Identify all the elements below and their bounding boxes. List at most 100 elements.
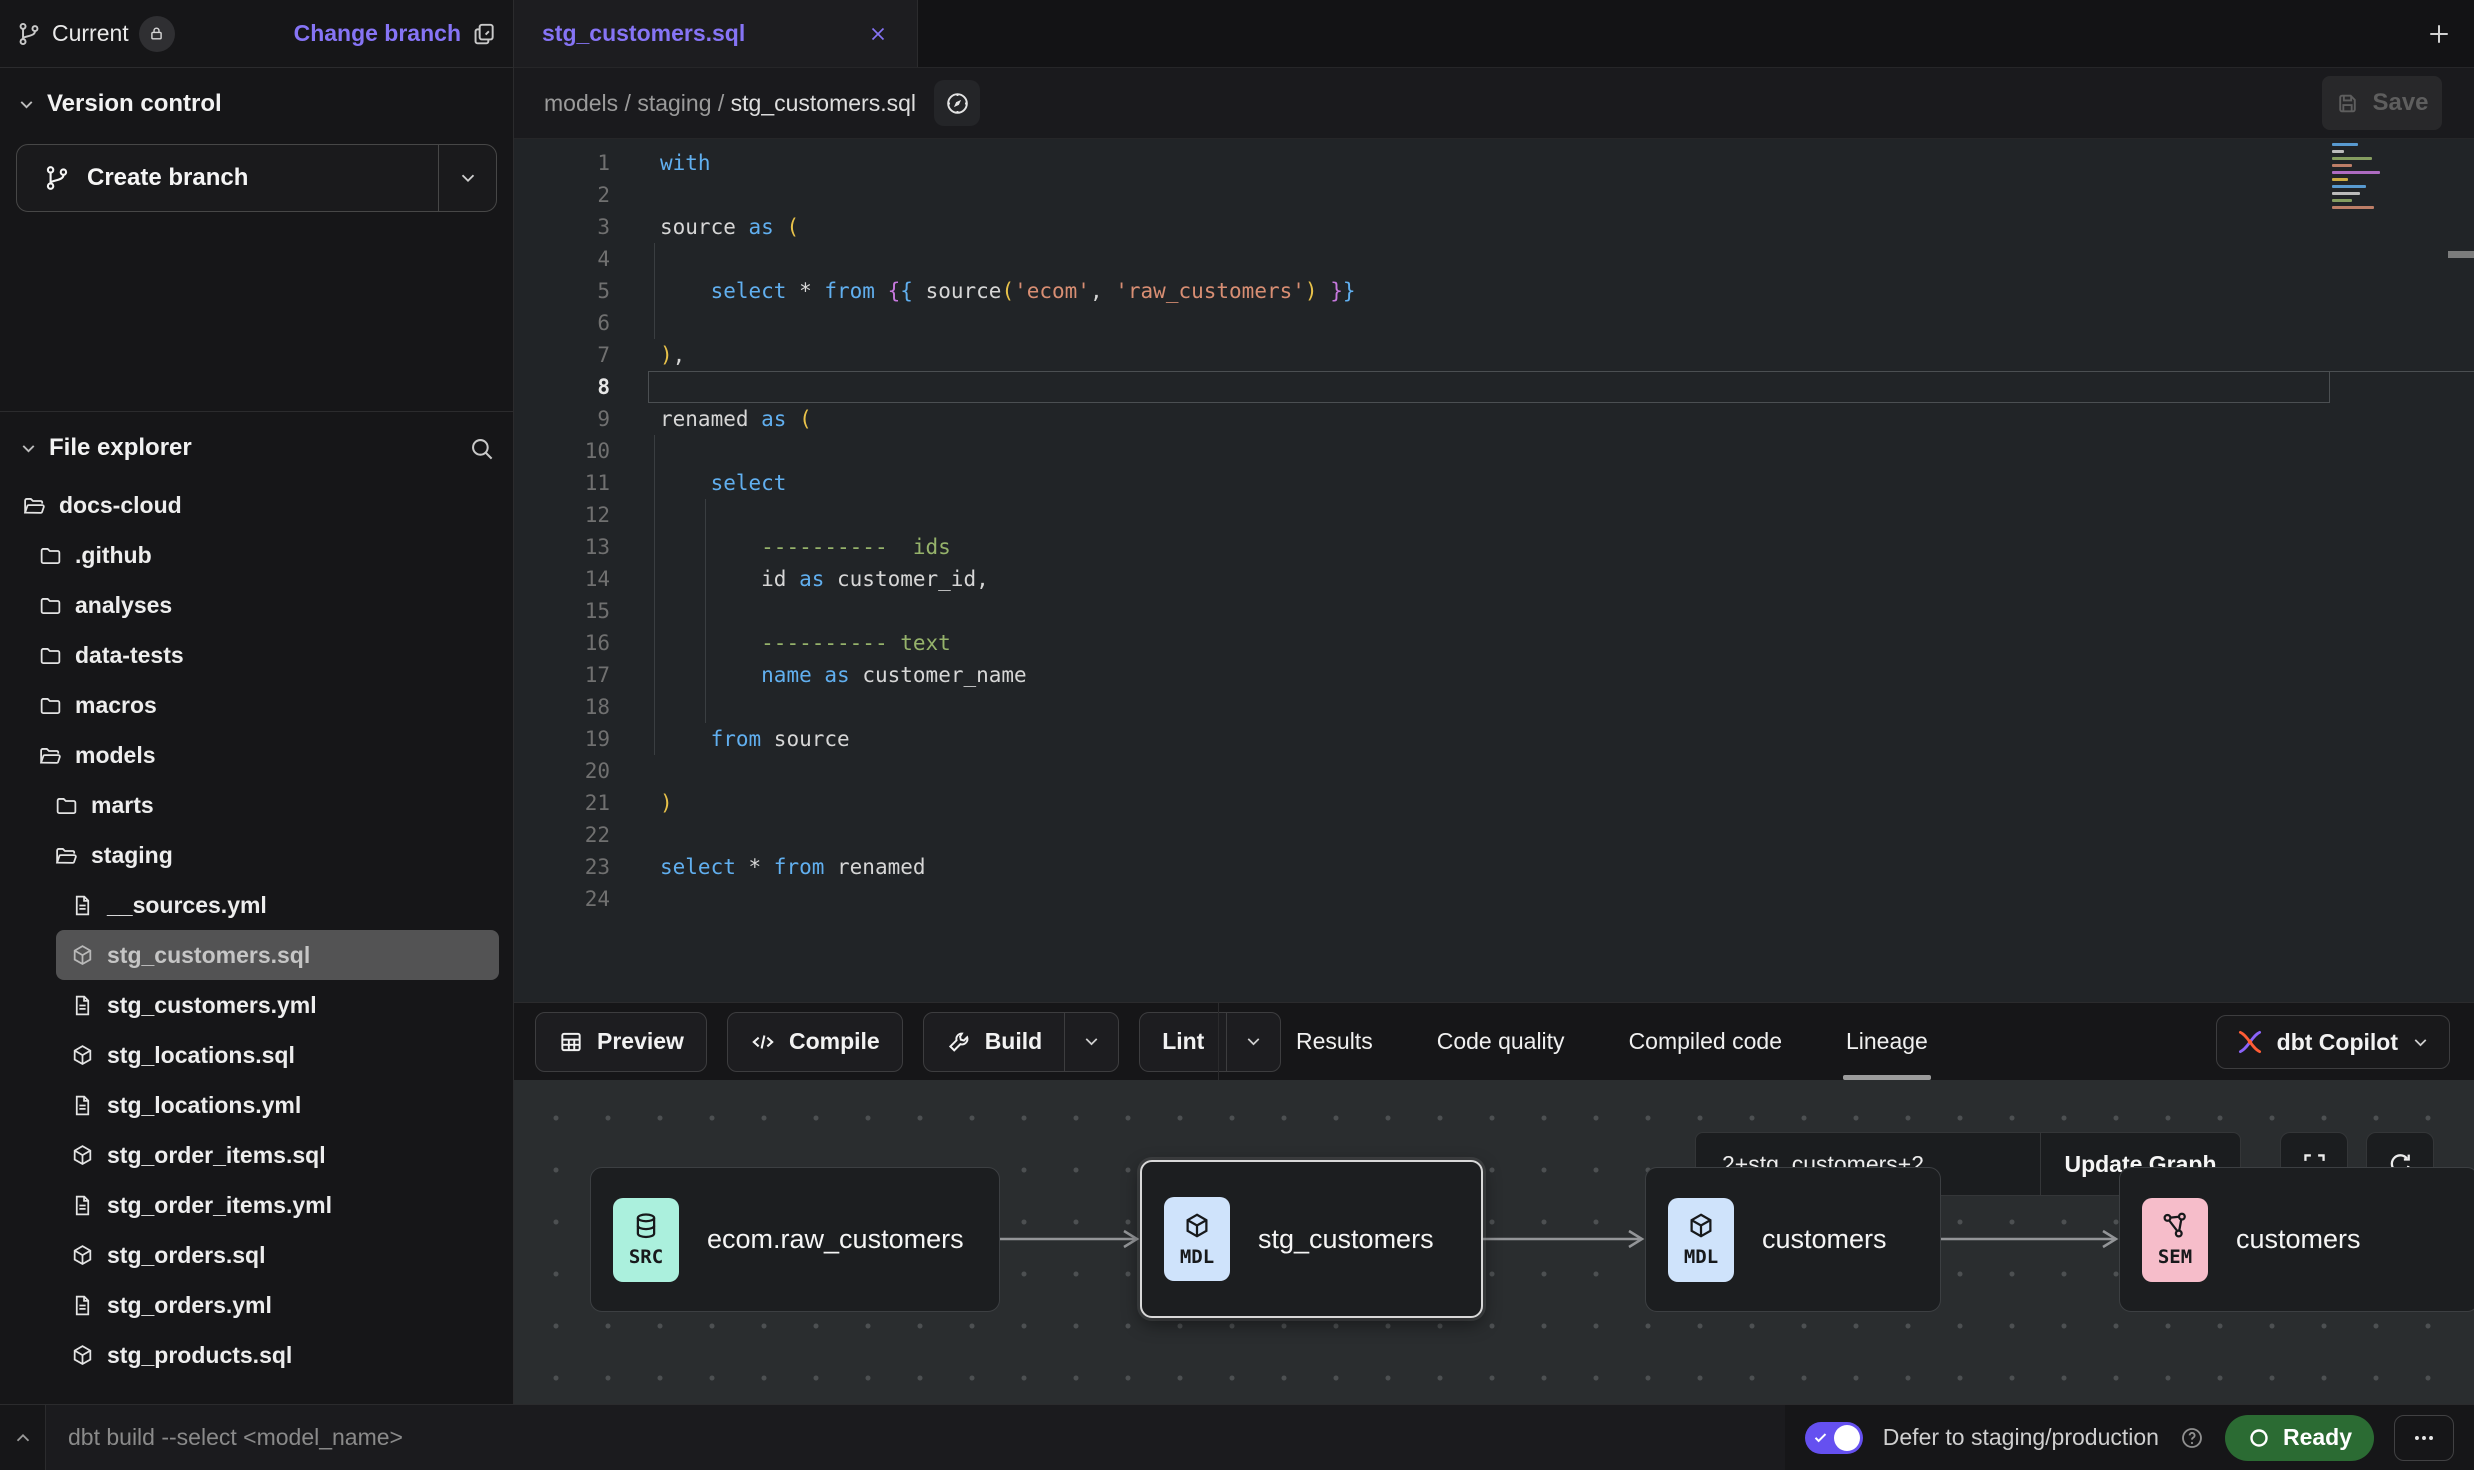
- git-branch-icon: [43, 164, 71, 192]
- model-icon: [70, 1243, 95, 1268]
- code-line[interactable]: 14 id as customer_id,: [514, 563, 2474, 595]
- code-line[interactable]: 1with: [514, 147, 2474, 179]
- save-button[interactable]: Save: [2322, 76, 2442, 130]
- file-tree-label: stg_locations.sql: [107, 1042, 295, 1069]
- code-line[interactable]: 11 select: [514, 467, 2474, 499]
- file-tree-item[interactable]: stg_locations.sql: [0, 1030, 513, 1080]
- code-line[interactable]: 3source as (: [514, 211, 2474, 243]
- code-line[interactable]: 13 ---------- ids: [514, 531, 2474, 563]
- more-options-button[interactable]: [2394, 1415, 2454, 1461]
- file-tree-item[interactable]: stg_customers.sql: [56, 930, 499, 980]
- command-bar-expand[interactable]: [0, 1405, 45, 1470]
- code-line[interactable]: 20: [514, 755, 2474, 787]
- sidebar: Current Change branch Version control: [0, 0, 514, 1404]
- build-button[interactable]: Build: [924, 1013, 1065, 1071]
- check-icon: [1813, 1430, 1828, 1445]
- code-line[interactable]: 7),: [514, 339, 2474, 371]
- build-dropdown[interactable]: [1064, 1013, 1118, 1071]
- file-tree-label: stg_customers.sql: [107, 942, 310, 969]
- code-line[interactable]: 19 from source: [514, 723, 2474, 755]
- plus-icon: [2424, 19, 2454, 49]
- code-editor[interactable]: 1with23source as (45 select * from {{ so…: [514, 139, 2474, 1002]
- copy-icon[interactable]: [471, 21, 497, 47]
- file-explorer-header[interactable]: File explorer: [0, 412, 513, 476]
- copilot-compass-button[interactable]: [934, 80, 980, 126]
- badge-label: MDL: [1180, 1246, 1214, 1268]
- model-icon: [70, 1043, 95, 1068]
- code-line[interactable]: 9renamed as (: [514, 403, 2474, 435]
- file-tree-item[interactable]: staging: [0, 830, 513, 880]
- file-tree-item[interactable]: __sources.yml: [0, 880, 513, 930]
- code-line[interactable]: 8: [514, 371, 2474, 403]
- code-line[interactable]: 24: [514, 883, 2474, 915]
- code-line[interactable]: 21): [514, 787, 2474, 819]
- indent-guide: [654, 467, 655, 499]
- new-tab-button[interactable]: [2424, 19, 2454, 49]
- file-tree-item[interactable]: macros: [0, 680, 513, 730]
- indent-guide: [654, 627, 655, 659]
- indent-guide: [705, 627, 706, 659]
- file-tree-item[interactable]: stg_order_items.sql: [0, 1130, 513, 1180]
- file-tree-item[interactable]: stg_orders.yml: [0, 1280, 513, 1330]
- badge-label: SRC: [629, 1246, 663, 1268]
- tab-code-quality[interactable]: Code quality: [1437, 1003, 1565, 1080]
- code-line[interactable]: 15: [514, 595, 2474, 627]
- file-tree-item[interactable]: docs-cloud: [0, 480, 513, 530]
- file-tree-item[interactable]: stg_customers.yml: [0, 980, 513, 1030]
- file-tree-item[interactable]: .github: [0, 530, 513, 580]
- preview-button[interactable]: Preview: [535, 1012, 707, 1072]
- indent-guide: [654, 531, 655, 563]
- lineage-node-stg_customers[interactable]: MDLstg_customers: [1140, 1160, 1483, 1318]
- search-icon[interactable]: [468, 435, 495, 462]
- change-branch-link[interactable]: Change branch: [294, 20, 461, 47]
- version-control-header[interactable]: Version control: [16, 90, 497, 118]
- create-branch-dropdown[interactable]: [438, 145, 496, 211]
- close-icon[interactable]: [867, 23, 889, 45]
- code-line[interactable]: 16 ---------- text: [514, 627, 2474, 659]
- code-line[interactable]: 10: [514, 435, 2474, 467]
- lineage-node-customers[interactable]: MDLcustomers: [1645, 1167, 1941, 1312]
- lineage-graph[interactable]: Update Graph SRCecom.raw_customersMDLstg…: [514, 1080, 2474, 1404]
- dbt-copilot-button[interactable]: dbt Copilot: [2216, 1015, 2450, 1069]
- lock-icon: [148, 25, 165, 42]
- sem-badge: SEM: [2142, 1198, 2208, 1282]
- code-line[interactable]: 4: [514, 243, 2474, 275]
- status-badge[interactable]: Ready: [2225, 1415, 2374, 1461]
- code-icon: [750, 1029, 776, 1055]
- code-line[interactable]: 18: [514, 691, 2474, 723]
- tab-lineage[interactable]: Lineage: [1846, 1003, 1928, 1080]
- tab-results[interactable]: Results: [1296, 1003, 1373, 1080]
- file-tree-item[interactable]: stg_products.sql: [0, 1330, 513, 1380]
- lineage-node-customers[interactable]: SEMcustomers: [2119, 1167, 2474, 1312]
- file-tree-item[interactable]: data-tests: [0, 630, 513, 680]
- code-line[interactable]: 2: [514, 179, 2474, 211]
- file-tree-item[interactable]: stg_order_items.yml: [0, 1180, 513, 1230]
- file-tree-item[interactable]: marts: [0, 780, 513, 830]
- lineage-node-ecom-raw_customers[interactable]: SRCecom.raw_customers: [590, 1167, 1000, 1312]
- file-icon: [70, 993, 95, 1018]
- tab-compiled-code[interactable]: Compiled code: [1629, 1003, 1782, 1080]
- badge-label: SEM: [2158, 1246, 2192, 1268]
- file-tree-item[interactable]: analyses: [0, 580, 513, 630]
- help-icon[interactable]: [2179, 1425, 2205, 1451]
- lint-button[interactable]: Lint: [1140, 1013, 1226, 1071]
- file-tree-item[interactable]: stg_locations.yml: [0, 1080, 513, 1130]
- badge-label: MDL: [1684, 1246, 1718, 1268]
- code-line[interactable]: 5 select * from {{ source('ecom', 'raw_c…: [514, 275, 2474, 307]
- file-tree-item[interactable]: models: [0, 730, 513, 780]
- line-number: 17: [514, 659, 610, 691]
- code-line[interactable]: 17 name as customer_name: [514, 659, 2474, 691]
- tab-stg-customers-sql[interactable]: stg_customers.sql: [514, 0, 918, 67]
- defer-toggle[interactable]: [1805, 1422, 1863, 1454]
- create-branch-button[interactable]: Create branch: [16, 144, 497, 212]
- command-input[interactable]: [68, 1424, 1613, 1451]
- git-branch-icon: [16, 21, 42, 47]
- indent-guide: [705, 499, 706, 531]
- code-line[interactable]: 22: [514, 819, 2474, 851]
- cube-icon: [1182, 1211, 1212, 1241]
- compile-button[interactable]: Compile: [727, 1012, 903, 1072]
- code-line[interactable]: 23select * from renamed: [514, 851, 2474, 883]
- code-line[interactable]: 6: [514, 307, 2474, 339]
- code-line[interactable]: 12: [514, 499, 2474, 531]
- file-tree-item[interactable]: stg_orders.sql: [0, 1230, 513, 1280]
